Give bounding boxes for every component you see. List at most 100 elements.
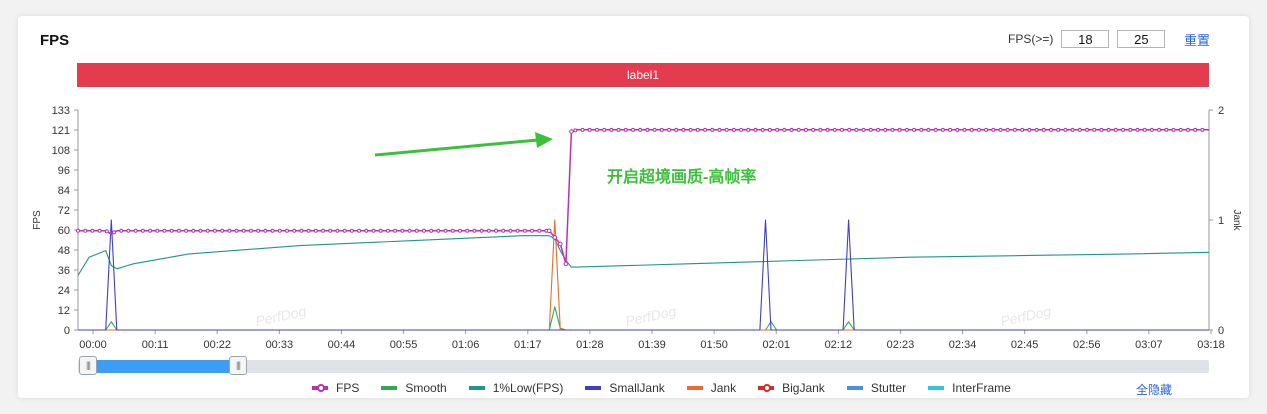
fps-point — [1027, 127, 1032, 132]
fps-point — [1106, 127, 1111, 132]
chart-legend: FPS Smooth 1%Low(FPS) SmallJank Jank BigJank S… — [312, 380, 1033, 396]
x-tick-label: 00:55 — [390, 339, 418, 351]
legend-item[interactable]: Jank — [686, 381, 737, 395]
fps-point — [652, 127, 657, 132]
fps-point — [940, 127, 945, 132]
fps-point — [897, 127, 902, 132]
fps-point — [746, 127, 751, 132]
fps-point — [580, 127, 585, 132]
fps-point — [1121, 127, 1126, 132]
fps-point — [919, 127, 924, 132]
fps-point — [321, 228, 326, 233]
legend-item[interactable]: SmallJank — [585, 381, 665, 395]
slider-left-handle[interactable]: ||| — [79, 356, 97, 375]
fps-point — [984, 127, 989, 132]
y-tick-label: 36 — [58, 265, 70, 277]
fps-point — [839, 127, 844, 132]
fps-point — [1185, 127, 1190, 132]
fps-point — [912, 127, 917, 132]
fps-point — [83, 228, 88, 233]
fps-point — [789, 127, 794, 132]
x-tick-label: 02:56 — [1073, 339, 1101, 351]
fps-point — [126, 228, 131, 233]
x-tick-label: 00:00 — [79, 339, 107, 351]
fps-point — [119, 228, 124, 233]
fps-point — [818, 127, 823, 132]
annotation-arrow-head — [535, 132, 553, 148]
fps-point — [573, 128, 578, 133]
x-tick-label: 02:23 — [887, 339, 915, 351]
fps-point — [313, 228, 318, 233]
fps-point — [429, 228, 434, 233]
legend-swatch — [758, 384, 775, 392]
fps-point — [948, 127, 953, 132]
legend-item[interactable]: Smooth — [381, 381, 447, 395]
fps-point — [1164, 127, 1169, 132]
fps-point — [234, 228, 239, 233]
y-tick-label: 84 — [58, 185, 70, 197]
fps-point — [1048, 127, 1053, 132]
y-tick-label: 96 — [58, 165, 70, 177]
x-tick-label: 01:17 — [514, 339, 542, 351]
legend-swatch — [381, 386, 398, 390]
x-tick-label: 02:45 — [1011, 339, 1039, 351]
fps-point — [1157, 127, 1162, 132]
fps-point — [515, 228, 520, 233]
x-tick-label: 02:01 — [762, 339, 790, 351]
fps-point — [349, 228, 354, 233]
fps-point — [933, 127, 938, 132]
legend-label: Jank — [710, 381, 737, 395]
legend-label: Stutter — [870, 381, 907, 395]
fps-point — [630, 127, 635, 132]
legend-item[interactable]: InterFrame — [928, 381, 1011, 395]
fps-point — [1063, 127, 1068, 132]
fps-point — [616, 127, 621, 132]
fps-point — [342, 228, 347, 233]
hide-all-button[interactable]: 全隐藏 — [1136, 381, 1172, 398]
time-range-selection[interactable] — [88, 360, 238, 373]
time-range-slider[interactable] — [78, 360, 1209, 373]
fps-point — [876, 127, 881, 132]
fps-point — [97, 228, 102, 233]
y-tick-label: 48 — [58, 245, 70, 257]
fps-point — [587, 127, 592, 132]
legend-swatch — [312, 384, 328, 392]
legend-item[interactable]: 1%Low(FPS) — [468, 381, 563, 395]
fps-point — [508, 228, 513, 233]
legend-item[interactable]: BigJank — [758, 381, 825, 395]
fps-point — [227, 228, 232, 233]
fps-point — [479, 228, 484, 233]
x-tick-label: 00:44 — [328, 339, 356, 351]
legend-swatch — [585, 386, 602, 390]
fps-point — [335, 228, 340, 233]
fps-point — [563, 261, 569, 267]
fps-point — [1193, 127, 1198, 132]
y-tick-label: 60 — [58, 225, 70, 237]
legend-item[interactable]: Stutter — [846, 381, 907, 395]
fps-point — [184, 228, 189, 233]
x-tick-label: 01:06 — [452, 339, 480, 351]
fps-point — [486, 228, 491, 233]
fps-point — [414, 228, 419, 233]
fps-point — [328, 228, 333, 233]
legend-item[interactable]: FPS — [312, 381, 359, 395]
legend-marker — [317, 384, 325, 392]
y-axis-title: FPS — [32, 210, 43, 230]
fps-point — [558, 241, 563, 247]
slider-right-handle[interactable]: ||| — [229, 356, 247, 375]
legend-label: FPS — [336, 381, 360, 395]
x-tick-label: 03:07 — [1135, 339, 1163, 351]
fps-point — [421, 228, 426, 233]
fps-point — [854, 127, 859, 132]
legend-label: InterFrame — [952, 381, 1011, 395]
y2-axis-title: Jank — [1231, 209, 1242, 231]
annotation-text: 开启超境画质-高帧率 — [607, 169, 757, 186]
fps-point — [450, 228, 455, 233]
fps-point — [494, 228, 499, 233]
fps-point — [443, 228, 448, 233]
fps-point — [552, 235, 558, 240]
y-tick-label: 72 — [58, 205, 70, 217]
fps-point — [155, 228, 160, 233]
x-tick-label: 00:11 — [142, 339, 169, 351]
fps-point — [811, 127, 816, 132]
